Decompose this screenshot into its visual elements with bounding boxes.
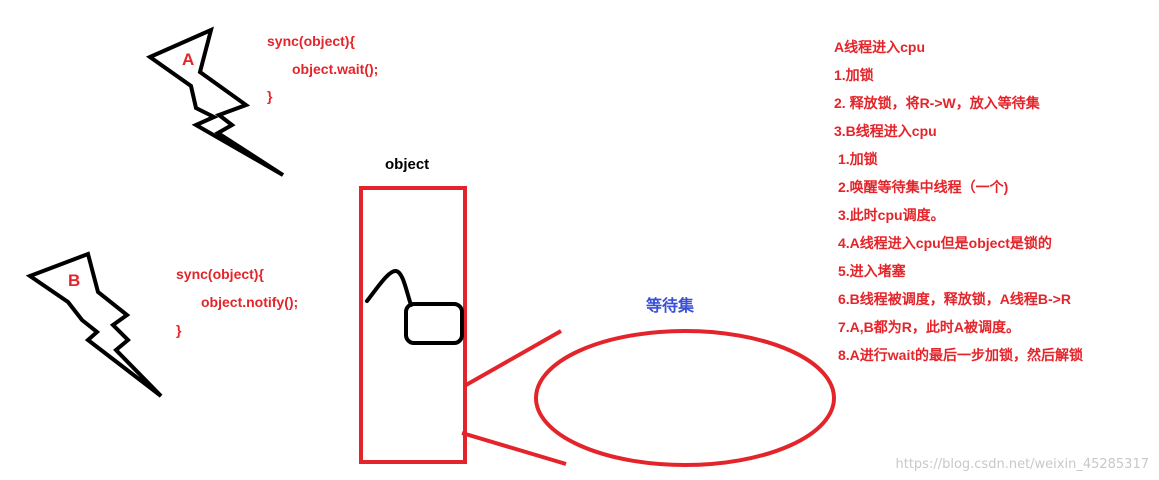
steps-list: A线程进入cpu 1.加锁 2. 释放锁，将R->W，放入等待集 3.B线程进入…	[834, 33, 1083, 369]
step-2: 2. 释放锁，将R->W，放入等待集	[834, 95, 1040, 111]
step-10: 7.A,B都为R，此时A被调度。	[838, 319, 1021, 335]
thread-a-label: A	[182, 50, 195, 69]
step-5: 2.唤醒等待集中线程（一个)	[838, 179, 1009, 195]
wait-set-ellipse	[534, 329, 836, 467]
code-a-line-1: sync(object){	[267, 33, 355, 49]
connector-line-bottom	[461, 431, 567, 466]
code-b-line-2: object.notify();	[201, 294, 299, 310]
step-1: 1.加锁	[834, 67, 874, 83]
step-7: 4.A线程进入cpu但是object是锁的	[838, 235, 1052, 251]
lock-shackle	[365, 269, 413, 307]
step-3: 3.B线程进入cpu	[834, 123, 937, 139]
connector-line-top	[465, 329, 562, 387]
lightning-bolt-b	[25, 251, 163, 398]
code-b-line-1: sync(object){	[176, 266, 264, 282]
step-6: 3.此时cpu调度。	[838, 207, 945, 223]
wait-set-label: 等待集	[646, 298, 695, 315]
code-b-line-3: }	[176, 322, 182, 338]
thread-b-label: B	[68, 271, 81, 290]
object-label: object	[385, 156, 430, 173]
code-a-line-3: }	[267, 88, 273, 104]
lightning-bolt-a	[145, 26, 285, 177]
watermark: https://blog.csdn.net/weixin_45285317	[895, 457, 1149, 472]
step-4: 1.加锁	[838, 151, 878, 167]
step-11: 8.A进行wait的最后一步加锁，然后解锁	[838, 347, 1084, 363]
step-8: 5.进入堵塞	[838, 263, 906, 279]
lock-body	[404, 302, 464, 345]
code-a-line-2: object.wait();	[292, 61, 379, 77]
steps-title: A线程进入cpu	[834, 39, 925, 55]
object-box	[359, 186, 467, 464]
step-9: 6.B线程被调度，释放锁，A线程B->R	[838, 291, 1071, 307]
